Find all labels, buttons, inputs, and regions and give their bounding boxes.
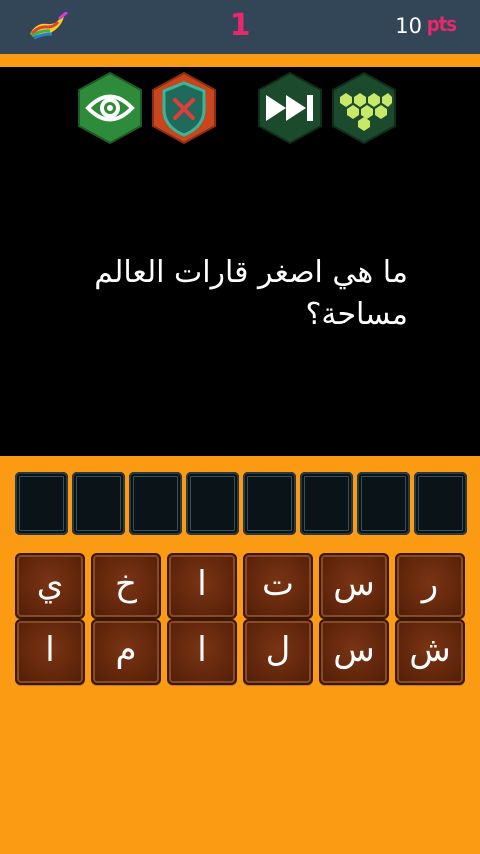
letter-key[interactable]: ي: [15, 553, 85, 619]
fast-forward-icon[interactable]: [256, 71, 324, 145]
pyramid-dots-icon[interactable]: [330, 71, 398, 145]
letter-key[interactable]: ل: [243, 619, 313, 685]
letter-key[interactable]: ا: [15, 619, 85, 685]
answer-slot[interactable]: [186, 472, 239, 535]
shield-x-icon[interactable]: [150, 71, 218, 145]
answer-slot[interactable]: [414, 472, 467, 535]
letter-key[interactable]: ر: [395, 553, 465, 619]
letter-key[interactable]: م: [91, 619, 161, 685]
answer-slot[interactable]: [129, 472, 182, 535]
top-bar: 1 10 pts: [0, 0, 480, 54]
score-value: 10: [395, 14, 422, 38]
eye-icon[interactable]: [76, 71, 144, 145]
letter-key[interactable]: س: [319, 619, 389, 685]
letter-keyboard: ي خ ا ت س ر ا م ا ل س ش: [15, 549, 467, 685]
question-line-2: مساحة؟: [305, 297, 408, 332]
letter-key[interactable]: خ: [91, 553, 161, 619]
letter-key[interactable]: س: [319, 553, 389, 619]
answer-slot[interactable]: [15, 472, 68, 535]
question-line-1: ما هي اصغر قارات العالم: [94, 255, 408, 290]
header-divider: [0, 54, 480, 67]
answer-slot[interactable]: [357, 472, 410, 535]
answer-slot[interactable]: [72, 472, 125, 535]
answer-slot[interactable]: [300, 472, 353, 535]
letter-key[interactable]: ت: [243, 553, 313, 619]
score-unit: pts: [426, 12, 457, 36]
question-text: ما هي اصغر قارات العالم مساحة؟: [78, 252, 408, 336]
letter-key[interactable]: ا: [167, 619, 237, 685]
question-area: ما هي اصغر قارات العالم مساحة؟: [0, 67, 480, 456]
letter-key[interactable]: ا: [167, 553, 237, 619]
letter-key[interactable]: ش: [395, 619, 465, 685]
answer-slots: [15, 472, 467, 536]
answer-slot[interactable]: [243, 472, 296, 535]
